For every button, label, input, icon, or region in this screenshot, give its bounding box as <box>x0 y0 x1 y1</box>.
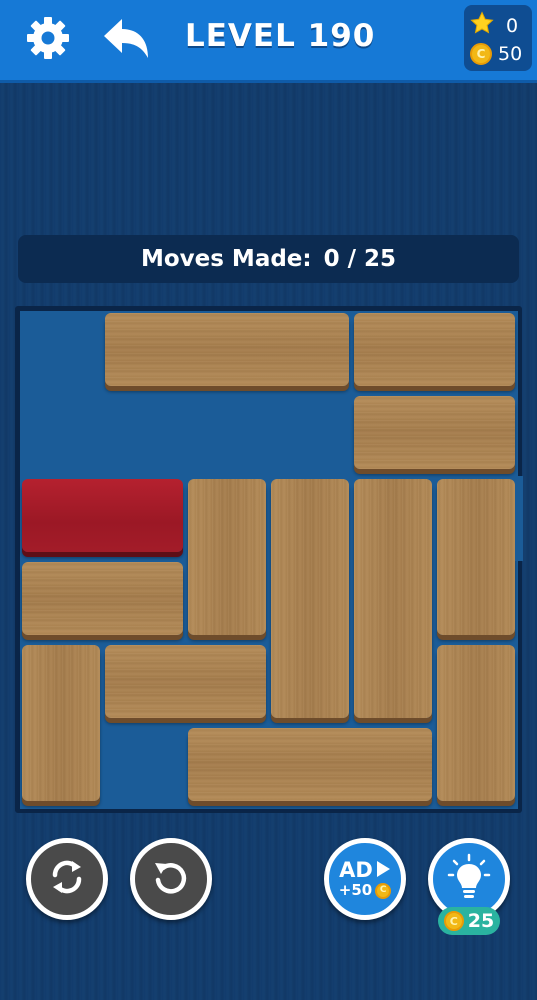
coin-icon: C <box>470 43 492 65</box>
star-count: 0 <box>506 14 519 37</box>
watch-ad-button[interactable]: AD +50 C <box>324 838 406 920</box>
undo-icon <box>149 855 193 903</box>
wood-block-b7[interactable] <box>437 479 515 635</box>
coin-icon: C <box>375 882 392 899</box>
undo-arrow-icon <box>100 14 152 68</box>
ad-reward: +50 <box>338 881 373 899</box>
wood-block-b4[interactable] <box>188 479 266 635</box>
restart-icon <box>45 855 89 903</box>
wood-block-b12[interactable] <box>188 728 432 801</box>
undo-move-button[interactable] <box>130 838 212 920</box>
coin-count: 50 <box>498 43 523 65</box>
back-button[interactable] <box>98 14 154 68</box>
lightbulb-icon <box>446 853 492 905</box>
play-icon <box>375 860 391 881</box>
moves-label: Moves Made: <box>140 246 312 272</box>
moves-counter: Moves Made: 0 / 25 <box>18 235 519 283</box>
wood-block-b5[interactable] <box>271 479 349 718</box>
wood-block-b2[interactable] <box>354 313 515 386</box>
wood-block-b10[interactable] <box>105 645 266 718</box>
puzzle-board <box>20 311 518 809</box>
exit-gate <box>515 476 523 561</box>
wood-block-b11[interactable] <box>437 645 515 801</box>
wood-block-b6[interactable] <box>354 479 432 718</box>
wood-block-b3[interactable] <box>354 396 515 469</box>
settings-button[interactable] <box>22 14 74 66</box>
currency-panel: 0 C 50 <box>464 5 532 71</box>
moves-value: 0 / 25 <box>323 246 397 272</box>
star-icon <box>470 11 494 40</box>
wood-block-b8[interactable] <box>22 562 183 635</box>
gear-icon <box>24 14 72 66</box>
wood-block-b9[interactable] <box>22 645 100 801</box>
hint-cost-badge: C 25 <box>438 907 500 935</box>
restart-button[interactable] <box>26 838 108 920</box>
level-title: LEVEL 190 <box>185 18 376 54</box>
ad-label: AD <box>339 857 373 882</box>
top-bar: LEVEL 190 0 C 50 <box>0 0 537 83</box>
coin-icon: C <box>443 911 464 931</box>
wood-block-b1[interactable] <box>105 313 349 386</box>
target-block[interactable] <box>22 479 183 552</box>
hint-cost: 25 <box>467 910 495 932</box>
